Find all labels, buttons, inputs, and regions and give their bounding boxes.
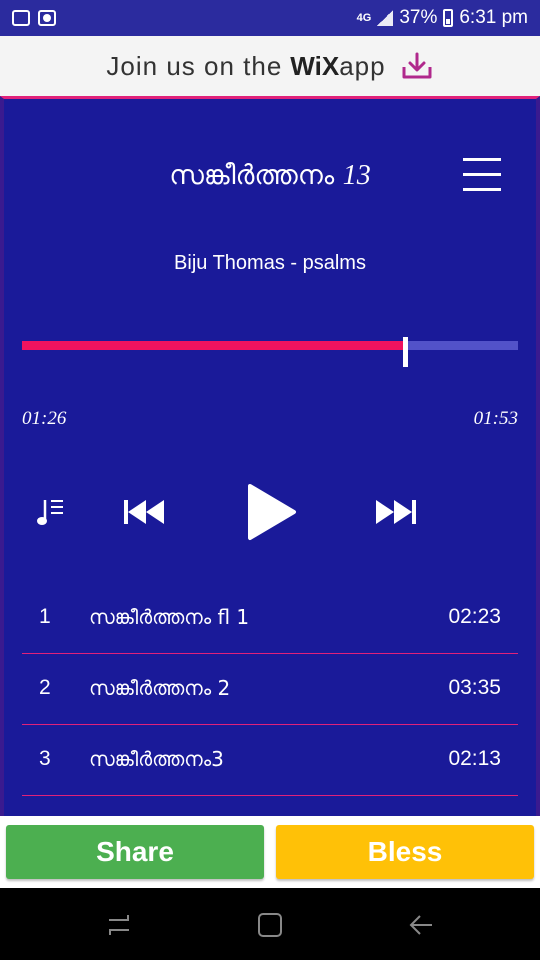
track-number: 3 xyxy=(39,747,51,770)
track-title: സങ്കീർത്തനം fl 1 xyxy=(89,605,250,629)
track-number: 1 xyxy=(39,605,51,628)
artist-label: Biju Thomas - psalms xyxy=(174,252,366,274)
track-row[interactable]: 2 സങ്കീർത്തനം 2 03:35 xyxy=(22,654,518,725)
track-duration: 03:35 xyxy=(448,676,501,699)
banner-text: Join us on the xyxy=(106,50,283,81)
track-title: സങ്കീർത്തനം3 xyxy=(89,747,224,771)
track-number: 2 xyxy=(39,676,51,699)
network-type: 4G xyxy=(356,12,372,24)
playlist-icon[interactable] xyxy=(36,496,66,528)
battery-icon xyxy=(443,9,454,27)
bless-button[interactable]: Bless xyxy=(276,825,534,879)
home-icon[interactable] xyxy=(257,912,283,938)
track-duration: 02:13 xyxy=(448,747,501,770)
seek-bar-progress xyxy=(22,341,405,350)
elapsed-time: 01:26 xyxy=(22,408,67,429)
signal-icon xyxy=(377,10,394,26)
download-icon[interactable] xyxy=(400,51,434,81)
play-icon[interactable] xyxy=(246,482,298,542)
total-duration: 01:53 xyxy=(473,408,518,429)
system-nav-bar xyxy=(0,888,540,960)
wix-logo: WiX xyxy=(290,50,340,81)
song-title-number: 13 xyxy=(342,160,371,191)
status-bar: 4G 37% 6:31 pm xyxy=(0,0,540,36)
track-row[interactable]: 1 സങ്കീർത്തനം fl 1 02:23 xyxy=(22,583,518,654)
back-icon[interactable] xyxy=(408,912,434,938)
action-bar: Share Bless xyxy=(0,816,540,888)
image-notification-icon xyxy=(12,10,30,26)
song-title-text: സങ്കീർത്തനം xyxy=(169,160,335,191)
share-button[interactable]: Share xyxy=(6,825,264,879)
song-title: സങ്കീർത്തനം 13 xyxy=(0,160,540,192)
track-row[interactable]: 3 സങ്കീർത്തനം3 02:13 xyxy=(22,725,518,796)
banner-app-label: app xyxy=(339,50,386,81)
menu-icon[interactable] xyxy=(463,158,501,192)
previous-track-icon[interactable] xyxy=(124,498,166,526)
clock: 6:31 pm xyxy=(459,7,528,28)
seek-bar[interactable] xyxy=(22,337,518,367)
recent-apps-icon[interactable] xyxy=(106,912,132,938)
seek-handle[interactable] xyxy=(402,337,408,367)
next-track-icon[interactable] xyxy=(374,498,416,526)
record-notification-icon xyxy=(38,10,56,26)
battery-percent: 37% xyxy=(399,7,438,28)
wix-app-banner[interactable]: Join us on the WiX app xyxy=(0,36,540,96)
track-title: സങ്കീർത്തനം 2 xyxy=(89,676,231,700)
track-duration: 02:23 xyxy=(448,605,501,628)
